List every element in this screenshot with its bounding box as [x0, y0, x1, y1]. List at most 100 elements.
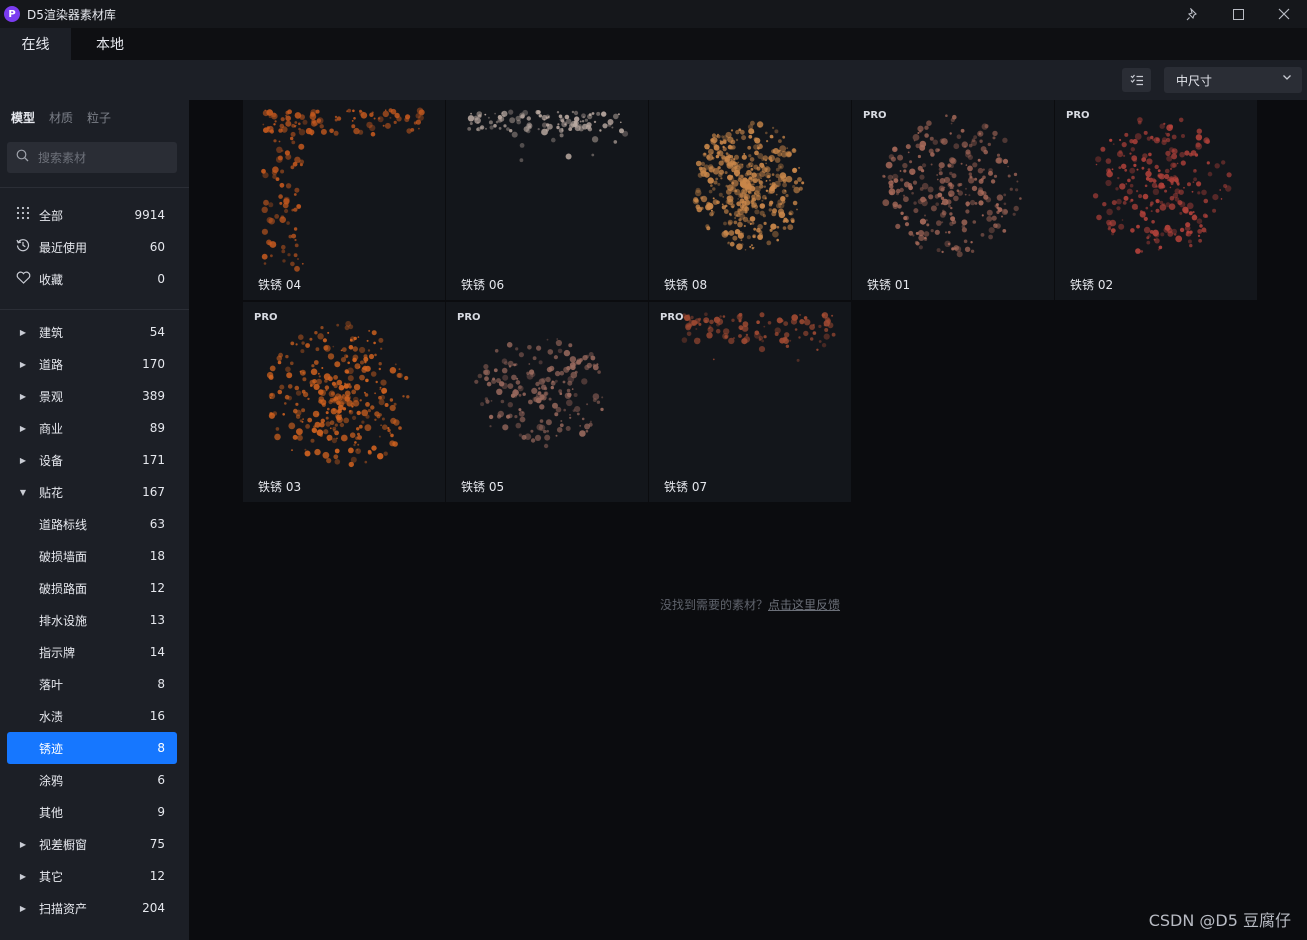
sidebar-subitem-damaged-walls[interactable]: 破损墙面 18 [7, 540, 177, 572]
asset-thumbnail [467, 109, 629, 163]
toolbar: 中尺寸 [0, 60, 1307, 100]
sidebar-item-scanned-assets[interactable]: ▶ 扫描资产 204 [7, 892, 177, 924]
sidebar-subitem-drainage[interactable]: 排水设施 13 [7, 604, 177, 636]
asset-card[interactable]: 铁锈 08 [649, 100, 851, 300]
subtab-particles[interactable]: 粒子 [87, 109, 111, 126]
main-tabs: 在线 本地 [0, 28, 1307, 60]
sidebar-item-count: 8 [157, 677, 165, 691]
watermark: CSDN @D5 豆腐仔 [1148, 911, 1291, 930]
sidebar-divider [0, 187, 189, 188]
sidebar-item-count: 13 [149, 613, 165, 627]
asset-name: 铁锈 03 [258, 480, 302, 494]
asset-card[interactable]: 铁锈 06 [446, 100, 648, 300]
sidebar-item-label: 排水设施 [39, 613, 88, 628]
sidebar-subitem-road-markings[interactable]: 道路标线 63 [7, 508, 177, 540]
asset-card[interactable]: 铁锈 04 [243, 100, 445, 300]
sidebar-item-count: 14 [149, 645, 165, 659]
sidebar-item-label: 落叶 [39, 677, 64, 692]
sidebar-item-count: 389 [142, 389, 165, 403]
sidebar-item-landscape[interactable]: ▶ 景观 389 [7, 380, 177, 412]
size-select[interactable]: 中尺寸 [1164, 67, 1302, 93]
asset-name: 铁锈 05 [461, 480, 505, 494]
sidebar-subitem-other[interactable]: 其他 9 [7, 796, 177, 828]
asset-type-tabs: 模型 材质 粒子 [11, 109, 111, 126]
sidebar-item-count: 9914 [134, 208, 165, 222]
sidebar-item-others[interactable]: ▶ 其它 12 [7, 860, 177, 892]
sidebar-item-label: 视差橱窗 [39, 837, 88, 852]
size-select-value: 中尺寸 [1176, 73, 1213, 88]
asset-thumbnail [261, 107, 425, 272]
sidebar-item-label: 其它 [39, 869, 64, 884]
caret-right-icon: ▶ [19, 455, 27, 465]
sidebar-item-count: 12 [149, 869, 165, 883]
pro-badge: PRO [457, 312, 481, 323]
sidebar-item-all[interactable]: 全部 9914 [7, 199, 177, 231]
sidebar-subitem-water-stains[interactable]: 水渍 16 [7, 700, 177, 732]
sidebar-item-recent[interactable]: 最近使用 60 [7, 231, 177, 263]
asset-name: 铁锈 04 [258, 278, 302, 292]
tab-local[interactable]: 本地 [71, 28, 149, 60]
sidebar-item-label: 其他 [39, 805, 64, 820]
sidebar-item-equipment[interactable]: ▶ 设备 171 [7, 444, 177, 476]
sidebar-item-count: 75 [149, 837, 165, 851]
asset-name: 铁锈 01 [867, 278, 911, 292]
subtab-materials[interactable]: 材质 [49, 109, 73, 126]
sidebar-item-label: 景观 [39, 389, 64, 404]
pro-badge: PRO [660, 312, 684, 323]
sidebar-item-label: 商业 [39, 421, 64, 436]
close-icon[interactable] [1261, 0, 1307, 28]
sidebar-item-label: 水渍 [39, 709, 64, 724]
caret-right-icon: ▶ [19, 839, 27, 849]
sidebar-item-label: 扫描资产 [39, 901, 88, 916]
history-icon [15, 238, 31, 256]
sidebar-item-label: 设备 [39, 453, 64, 468]
sidebar-item-label: 最近使用 [39, 240, 88, 255]
sidebar-subitem-signs[interactable]: 指示牌 14 [7, 636, 177, 668]
pro-badge: PRO [254, 312, 278, 323]
title-bar: P D5渲染器素材库 [0, 0, 1307, 28]
pin-icon[interactable] [1169, 0, 1215, 28]
sidebar-item-count: 60 [149, 240, 165, 254]
sidebar-subitem-leaves[interactable]: 落叶 8 [7, 668, 177, 700]
subtab-models[interactable]: 模型 [11, 109, 35, 126]
asset-card[interactable]: PRO 铁锈 05 [446, 302, 648, 502]
maximize-icon[interactable] [1215, 0, 1261, 28]
asset-name: 铁锈 08 [664, 278, 708, 292]
list-filter-icon [1130, 74, 1143, 86]
sidebar-item-count: 9 [157, 805, 165, 819]
asset-thumbnail [266, 320, 410, 468]
sidebar-item-parallax-window[interactable]: ▶ 视差橱窗 75 [7, 828, 177, 860]
tab-online[interactable]: 在线 [0, 28, 71, 60]
asset-card[interactable]: PRO 铁锈 02 [1055, 100, 1257, 300]
search-input[interactable] [38, 150, 168, 165]
sidebar-item-roads[interactable]: ▶ 道路 170 [7, 348, 177, 380]
sidebar-divider [0, 309, 189, 310]
sidebar-item-count: 0 [157, 272, 165, 286]
sidebar-item-architecture[interactable]: ▶ 建筑 54 [7, 316, 177, 348]
sidebar-item-count: 167 [142, 485, 165, 499]
sidebar-item-count: 18 [149, 549, 165, 563]
sidebar-subitem-graffiti[interactable]: 涂鸦 6 [7, 764, 177, 796]
asset-card[interactable]: PRO 铁锈 01 [852, 100, 1054, 300]
sidebar-item-favorites[interactable]: 收藏 0 [7, 263, 177, 295]
sidebar-item-count: 171 [142, 453, 165, 467]
asset-card[interactable]: PRO 铁锈 07 [649, 302, 851, 502]
chevron-down-icon [1282, 72, 1292, 85]
asset-thumbnail [1092, 117, 1232, 254]
asset-card[interactable]: PRO 铁锈 03 [243, 302, 445, 502]
sidebar-item-label: 涂鸦 [39, 773, 64, 788]
asset-thumbnail [882, 114, 1022, 258]
sidebar-item-label: 道路 [39, 357, 64, 372]
sidebar-subitem-rust[interactable]: 锈迹 8 [7, 732, 177, 764]
sidebar-item-count: 16 [149, 709, 165, 723]
sidebar-item-decals[interactable]: ▼ 贴花 167 [7, 476, 177, 508]
sidebar-subitem-damaged-pavement[interactable]: 破损路面 12 [7, 572, 177, 604]
feedback-link[interactable]: 点击这里反馈 [768, 598, 840, 612]
sidebar-item-commercial[interactable]: ▶ 商业 89 [7, 412, 177, 444]
heart-icon [15, 271, 31, 288]
sidebar: 模型 材质 粒子 全部 9914 最近使用 60 收藏 0 ▶ 建筑 5 [0, 100, 189, 940]
sidebar-item-count: 89 [149, 421, 165, 435]
list-filter-button[interactable] [1122, 68, 1151, 92]
sidebar-item-label: 锈迹 [39, 741, 64, 756]
asset-name: 铁锈 07 [664, 480, 708, 494]
